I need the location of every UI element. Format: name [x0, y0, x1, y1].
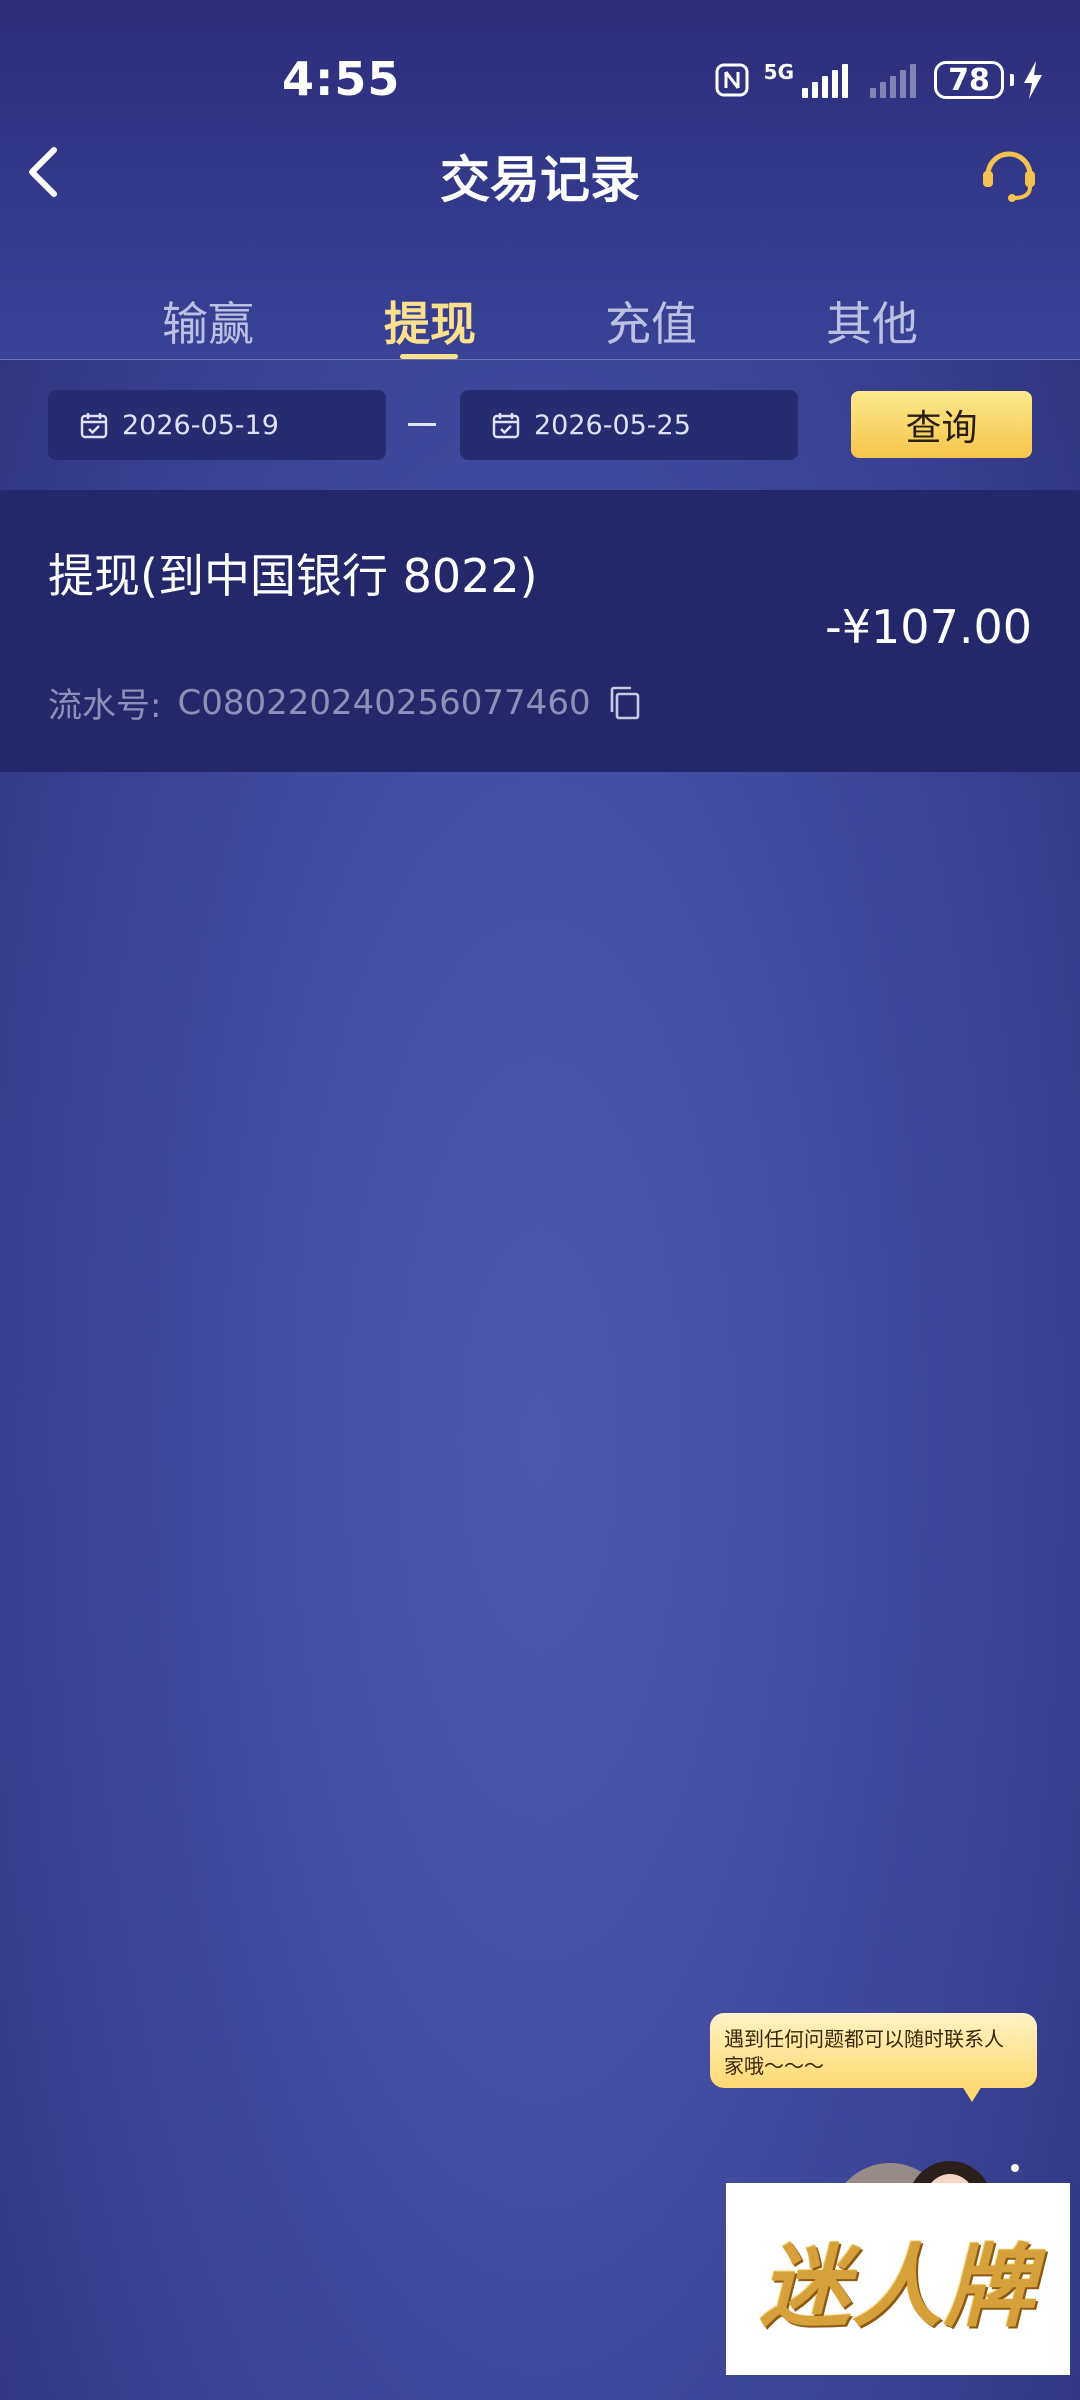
signal-strength-icon: [798, 62, 848, 98]
serial-number: C080220240256077460: [177, 682, 591, 723]
network-type: 5G: [763, 60, 794, 84]
copy-icon[interactable]: [607, 685, 643, 721]
date-range-separator: [408, 423, 436, 426]
end-date-picker[interactable]: 2026-05-25: [460, 390, 798, 460]
transaction-record[interactable]: 提现(到中国银行 8022) -¥107.00 流水号: C0802202402…: [0, 490, 1080, 772]
brand-logo-text: 迷人牌: [760, 2234, 1036, 2340]
battery-icon: 78: [934, 61, 1004, 99]
tab-other[interactable]: 其他: [792, 288, 952, 354]
serial-label: 流水号:: [48, 686, 162, 726]
status-time: 4:55: [282, 52, 401, 106]
brand-logo-box: 迷人牌: [726, 2183, 1070, 2375]
battery-tip: [1010, 74, 1014, 86]
tab-deposit[interactable]: 充值: [571, 288, 731, 354]
calendar-icon: [80, 413, 108, 439]
tab-withdraw[interactable]: 提现: [350, 288, 510, 354]
page-title: 交易记录: [440, 151, 640, 209]
customer-service-headset-icon[interactable]: [978, 143, 1040, 205]
end-date-value: 2026-05-25: [534, 409, 691, 441]
start-date-value: 2026-05-19: [122, 409, 279, 441]
secondary-signal-icon: [866, 62, 916, 98]
record-amount: -¥107.00: [825, 600, 1032, 654]
battery-level: 78: [948, 62, 990, 98]
tab-win-loss[interactable]: 输赢: [128, 288, 288, 354]
status-indicators: 5G 78: [714, 56, 1044, 104]
start-date-picker[interactable]: 2026-05-19: [48, 390, 386, 460]
calendar-icon: [492, 413, 520, 439]
record-serial: 流水号: C080220240256077460: [48, 678, 643, 727]
status-bar: 4:55 5G 78: [0, 0, 1080, 150]
charging-bolt-icon: [1024, 61, 1042, 99]
transaction-tabs: 输赢 提现 充值 其他: [0, 288, 1080, 360]
record-title: 提现(到中国银行 8022): [48, 549, 538, 603]
query-button[interactable]: 查询: [851, 391, 1032, 458]
speech-bubble-tail: [962, 2086, 982, 2102]
nfc-icon: [715, 63, 749, 97]
tabs-divider: [0, 359, 1080, 360]
support-speech-bubble[interactable]: 遇到任何问题都可以随时联系人家哦～～～: [710, 2013, 1037, 2088]
